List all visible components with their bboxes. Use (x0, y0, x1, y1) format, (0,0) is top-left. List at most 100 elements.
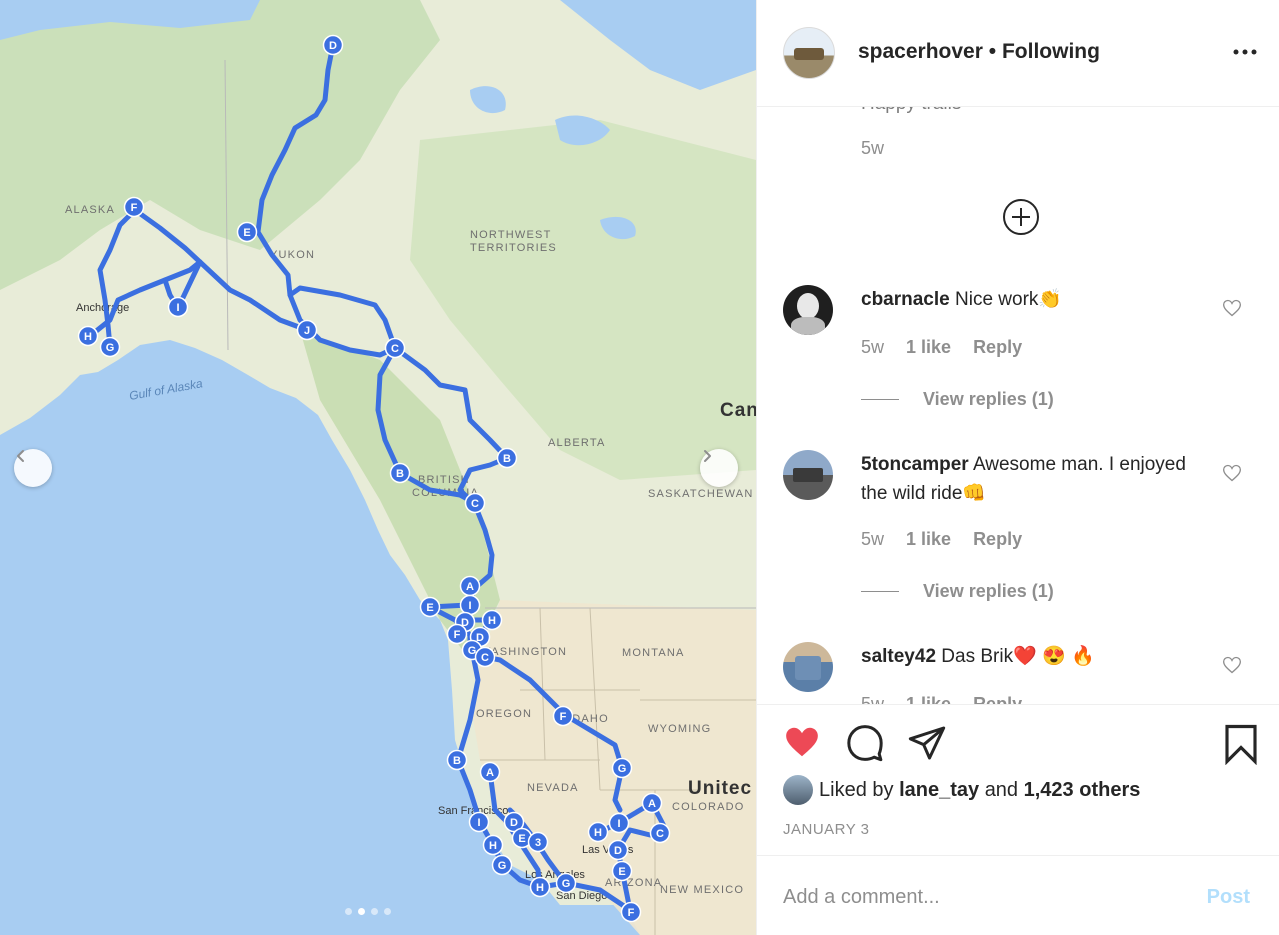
route-marker: 3 (527, 831, 549, 853)
share-button[interactable] (907, 723, 947, 768)
comment-meta: 5w 1 like Reply (861, 694, 1022, 704)
svg-text:A: A (486, 767, 494, 779)
route-marker: H (529, 876, 551, 898)
label-anchorage: Anchorage (76, 302, 129, 314)
comment-input[interactable] (781, 878, 1165, 916)
chevron-right-icon (704, 450, 711, 462)
svg-text:C: C (391, 343, 399, 355)
comment-avatar[interactable] (783, 450, 833, 500)
svg-text:C: C (471, 498, 479, 510)
heart-outline-icon (1222, 464, 1242, 482)
label-canada: Can (720, 400, 756, 421)
svg-text:F: F (454, 629, 461, 641)
svg-text:G: G (562, 878, 571, 890)
svg-text:A: A (648, 798, 656, 810)
svg-text:A: A (466, 581, 474, 593)
carousel-dot (345, 908, 352, 915)
svg-text:B: B (453, 755, 461, 767)
comments-list: Happy trails 5w cbarnacle Nice work👏 5w … (757, 107, 1279, 704)
comment-time[interactable]: 5w (861, 694, 884, 704)
label-united: Unitec (688, 778, 752, 799)
comment-username[interactable]: cbarnacle (861, 289, 950, 310)
poster-username[interactable]: spacerhover (858, 40, 983, 63)
comment-time[interactable]: 5w (861, 337, 884, 358)
comment-reply-button[interactable]: Reply (973, 694, 1022, 704)
comment-username[interactable]: saltey42 (861, 646, 936, 667)
comment-likes[interactable]: 1 like (906, 529, 951, 550)
comment-reply-button[interactable]: Reply (973, 529, 1022, 550)
svg-text:E: E (618, 866, 625, 878)
heart-outline-icon (1222, 299, 1242, 317)
comment-reply-button[interactable]: Reply (973, 337, 1022, 358)
route-marker: H (481, 609, 503, 631)
comment-avatar[interactable] (783, 285, 833, 335)
label-wyoming: WYOMING (648, 723, 711, 735)
liker-username[interactable]: lane_tay (899, 779, 979, 801)
save-button[interactable] (1223, 723, 1259, 770)
route-marker: D (607, 839, 629, 861)
comment-body: 5toncamper Awesome man. I enjoyed the wi… (861, 450, 1191, 508)
comment-likes[interactable]: 1 like (906, 337, 951, 358)
comment-button[interactable] (845, 723, 885, 768)
plus-circle-icon (1003, 199, 1039, 235)
comment-avatar[interactable] (783, 642, 833, 692)
svg-text:B: B (396, 468, 404, 480)
carousel-dot (371, 908, 378, 915)
send-icon (908, 726, 946, 760)
svg-text:C: C (481, 652, 489, 664)
comment-like-button[interactable] (1222, 298, 1242, 323)
svg-text:H: H (594, 827, 602, 839)
liker-avatar[interactable] (783, 775, 813, 805)
comment-meta: 5w 1 like Reply (861, 529, 1022, 550)
route-marker: I (468, 811, 490, 833)
comment-text: Das Brik❤️ 😍 🔥 (941, 646, 1095, 667)
route-marker: J (296, 319, 318, 341)
map-image: ALASKA Anchorage Gulf of Alaska YUKON NO… (0, 0, 756, 935)
svg-text:E: E (518, 833, 525, 845)
svg-text:3: 3 (535, 837, 541, 849)
comment-like-button[interactable] (1222, 463, 1242, 488)
load-more-comments-button[interactable] (1001, 197, 1041, 242)
svg-text:D: D (329, 40, 337, 52)
route-marker: B (496, 447, 518, 469)
svg-text:H: H (488, 615, 496, 627)
view-replies-button[interactable]: View replies (1) (861, 581, 1054, 602)
comment-bubble-icon (847, 725, 883, 762)
carousel-dot-active (358, 908, 365, 915)
label-alaska: ALASKA (65, 204, 115, 216)
header-separator: • (988, 40, 997, 63)
route-marker: G (491, 854, 513, 876)
route-marker: A (641, 792, 663, 814)
view-replies-button[interactable]: View replies (1) (861, 389, 1054, 410)
svg-text:D: D (510, 817, 518, 829)
svg-text:H: H (536, 882, 544, 894)
poster-avatar[interactable] (783, 27, 835, 79)
like-button[interactable] (782, 723, 822, 766)
next-image-button[interactable] (700, 449, 738, 487)
comment-like-button[interactable] (1222, 655, 1242, 680)
svg-text:E: E (243, 227, 250, 239)
chevron-left-icon (17, 450, 24, 462)
svg-text:E: E (426, 602, 433, 614)
post-comment-button[interactable]: Post (1207, 886, 1250, 909)
post-date[interactable]: JANUARY 3 (783, 821, 869, 838)
more-options-button[interactable] (1233, 44, 1257, 65)
follow-status[interactable]: Following (1002, 40, 1100, 63)
van-shape (794, 48, 824, 60)
comment-time[interactable]: 5w (861, 529, 884, 550)
route-marker: C (464, 492, 486, 514)
label-new-mexico: NEW MEXICO (660, 884, 744, 896)
route-marker: F (552, 705, 574, 727)
route-marker: G (611, 757, 633, 779)
comment-likes[interactable]: 1 like (906, 694, 951, 704)
carousel-indicator (345, 908, 391, 915)
previous-image-button[interactable] (14, 449, 52, 487)
route-marker: G (555, 872, 577, 894)
view-replies-label: View replies (1) (923, 389, 1054, 409)
route-marker: F (620, 901, 642, 923)
route-marker: D (322, 34, 344, 56)
label-nwt-1: NORTHWEST (470, 229, 551, 241)
comment-username[interactable]: 5toncamper (861, 454, 969, 475)
likes-others-link[interactable]: 1,423 others (1024, 779, 1141, 801)
route-marker: I (459, 594, 481, 616)
